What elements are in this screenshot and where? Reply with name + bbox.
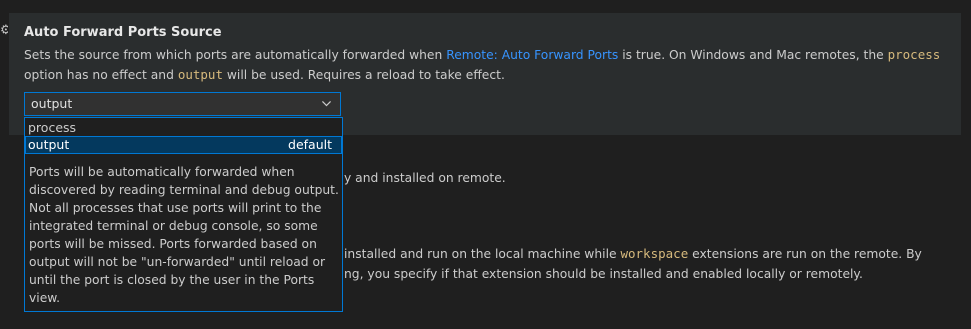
option-description: Ports will be automatically forwarded wh… xyxy=(29,163,339,307)
option-description-line: until the port is closed by the user in … xyxy=(29,273,315,287)
option-description-line: integrated terminal or debug console, so… xyxy=(29,219,318,233)
option-description-line: Ports will be automatically forwarded wh… xyxy=(29,165,295,179)
setting-link[interactable]: Remote: Auto Forward Ports xyxy=(446,48,618,62)
option-description-line: output will not be "un-forwarded" until … xyxy=(29,255,326,269)
background-text-line: y and installed on remote. xyxy=(344,171,506,185)
option-description-line: discovered by reading terminal and debug… xyxy=(29,183,339,197)
background-text-line: installed and run on the local machine w… xyxy=(344,246,922,261)
setting-description-line-1: Sets the source from which ports are aut… xyxy=(24,47,941,62)
chevron-down-icon xyxy=(322,101,331,107)
code-output: output xyxy=(177,67,223,82)
background-text-line: ng, you specify if that extension should… xyxy=(344,267,863,281)
select-dropdown: process output default Ports will be aut… xyxy=(24,117,343,312)
source-select[interactable]: output xyxy=(24,92,341,116)
option-process[interactable]: process xyxy=(25,119,342,137)
option-description-line: ports will be missed. Ports forwarded ba… xyxy=(29,237,317,251)
code-workspace: workspace xyxy=(620,246,689,261)
option-output[interactable]: output default xyxy=(25,136,342,154)
setting-description: Sets the source from which ports are aut… xyxy=(24,45,944,85)
gear-icon[interactable]: ⚙ xyxy=(0,22,8,40)
setting-description-line-2: option has no effect and output will be … xyxy=(24,67,505,82)
code-process: process xyxy=(887,47,941,62)
setting-title: Auto Forward Ports Source xyxy=(24,25,222,40)
default-badge: default xyxy=(288,137,332,152)
settings-editor: ⚙ Auto Forward Ports Source Sets the sou… xyxy=(0,0,971,329)
select-value: output xyxy=(31,96,73,111)
option-description-line: view. xyxy=(29,291,61,305)
option-description-line: Not all processes that use ports will pr… xyxy=(29,201,322,215)
